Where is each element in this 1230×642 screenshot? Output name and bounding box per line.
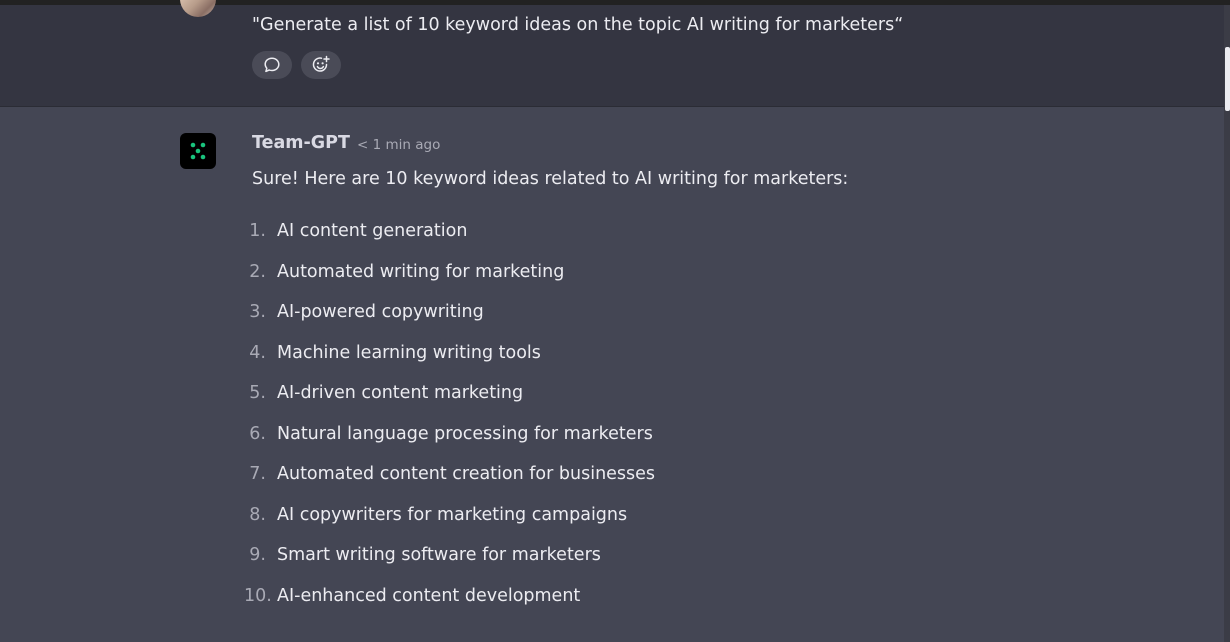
list-item-number: 3. xyxy=(249,302,266,322)
scrollbar-thumb[interactable] xyxy=(1225,47,1230,111)
add-reaction-icon xyxy=(311,55,331,75)
list-item-number: 8. xyxy=(249,504,266,525)
list-item: 1. AI content generation xyxy=(244,221,655,262)
list-item-text: AI-powered copywriting xyxy=(277,302,484,322)
list-item-number: 2. xyxy=(249,261,266,282)
list-item-text: Machine learning writing tools xyxy=(277,342,541,363)
list-item: 6. Natural language processing for market… xyxy=(244,424,655,465)
list-item-text: AI copywriters for marketing campaigns xyxy=(277,504,628,525)
list-item-text: Smart writing software for marketers xyxy=(277,545,601,565)
keyword-list: 1. AI content generation 2. Automated writ… xyxy=(244,221,655,626)
list-item-number: 1. xyxy=(249,221,266,241)
list-item: 9. Smart writing software for marketers xyxy=(244,545,655,586)
list-item: 8. AI copywriters for marketing campaigns xyxy=(244,505,655,546)
list-item: 7. Automated content creation for busines… xyxy=(244,464,655,505)
list-item-text: AI content generation xyxy=(277,221,468,241)
list-item: 2. Automated writing for marketing xyxy=(244,262,655,303)
list-item-number: 7. xyxy=(249,464,266,484)
scrollbar[interactable] xyxy=(1224,5,1230,642)
list-item-number: 5. xyxy=(249,383,266,403)
comment-button[interactable] xyxy=(252,51,292,79)
list-item: 5. AI-driven content marketing xyxy=(244,383,655,424)
list-item-number: 10. xyxy=(244,585,272,606)
list-item-number: 6. xyxy=(249,423,266,444)
user-avatar xyxy=(180,0,216,17)
comment-icon xyxy=(263,56,281,74)
list-item-text: Natural language processing for marketer… xyxy=(277,423,653,444)
add-reaction-button[interactable] xyxy=(301,51,341,79)
user-message-text: "Generate a list of 10 keyword ideas on … xyxy=(252,15,904,35)
list-item-text: AI-driven content marketing xyxy=(277,383,524,403)
list-item: 3. AI-powered copywriting xyxy=(244,302,655,343)
assistant-message: Team-GPT < 1 min ago Sure! Here are 10 k… xyxy=(0,107,1224,642)
list-item-text: Automated content creation for businesse… xyxy=(277,464,656,484)
author-name: Team-GPT xyxy=(252,133,350,153)
list-item-number: 4. xyxy=(249,342,266,363)
list-item-text: Automated writing for marketing xyxy=(277,261,565,282)
list-item-text: AI-enhanced content development xyxy=(277,585,581,606)
message-timestamp: < 1 min ago xyxy=(357,137,441,153)
list-item: 4. Machine learning writing tools xyxy=(244,343,655,384)
list-item: 10. AI-enhanced content development xyxy=(244,586,655,627)
assistant-intro-text: Sure! Here are 10 keyword ideas related … xyxy=(252,169,849,189)
team-gpt-logo-icon xyxy=(180,133,216,169)
user-message: "Generate a list of 10 keyword ideas on … xyxy=(0,0,1224,107)
list-item-number: 9. xyxy=(249,545,266,565)
